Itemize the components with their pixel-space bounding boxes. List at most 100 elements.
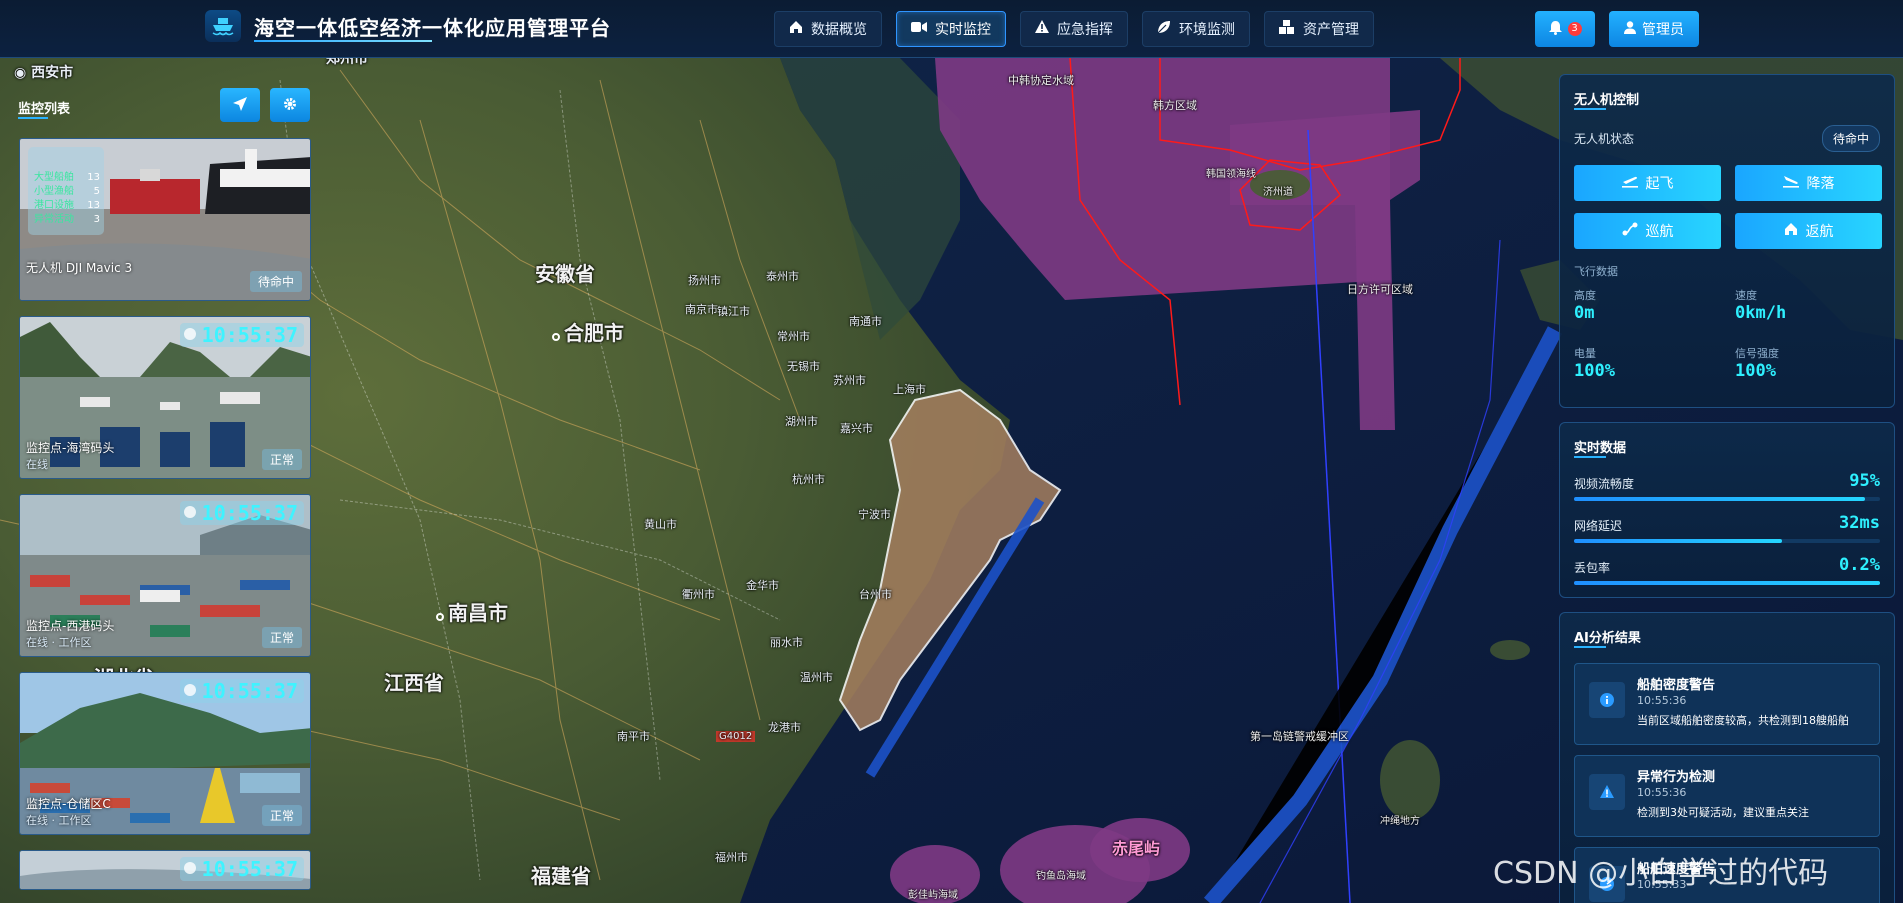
boxes-icon [1279, 20, 1295, 38]
map-label-fuzhou: 福州市 [715, 851, 748, 864]
ai-alert-card[interactable]: 船舶密度警告 10:55:36 当前区域船舶密度较高，共检测到18艘船舶 [1574, 663, 1880, 745]
map-label-wenzhou: 温州市 [800, 671, 833, 684]
takeoff-button[interactable]: 起飞 [1574, 165, 1721, 201]
ai-alert-title: 船舶密度警告 [1637, 678, 1716, 693]
map-label-yangzhou: 扬州市 [688, 274, 721, 287]
camera-subtitle: 在线 [26, 458, 48, 471]
home-icon [1784, 222, 1798, 240]
camera-card-5[interactable]: 10:55:37 [19, 850, 311, 890]
land-button[interactable]: 降落 [1735, 165, 1882, 201]
warning-icon [1035, 20, 1049, 38]
drone-control-panel: 无人机控制 无人机状态 待命中 起飞 降落 巡航 返航 飞行数据 高度 0m 速… [1559, 74, 1895, 408]
video-smoothness-bar [1574, 497, 1880, 501]
camera-subtitle: 在线 · 工作区 [26, 814, 92, 827]
progress-fill [1574, 581, 1880, 585]
map-label-jiangxi: 江西省 [384, 671, 444, 695]
send-icon [233, 96, 247, 115]
return-button[interactable]: 返航 [1735, 213, 1882, 249]
map-label-ningbo: 宁波市 [858, 508, 891, 521]
packet-loss-bar [1574, 581, 1880, 585]
map-label-shanghai: 上海市 [893, 383, 926, 396]
plane-landing-icon [1782, 174, 1799, 192]
nav-label: 环境监测 [1179, 22, 1235, 38]
title-underline [254, 40, 432, 42]
map-label-huzhou: 湖州市 [785, 415, 818, 428]
map-zone-first-chain: 第一岛链警戒缓冲区 [1250, 730, 1349, 743]
nav-assets[interactable]: 资产管理 [1264, 11, 1374, 47]
map-zone-cn-kr: 中韩协定水域 [1008, 74, 1074, 87]
nav-environment[interactable]: 环境监测 [1142, 11, 1250, 47]
admin-button[interactable]: 管理员 [1609, 11, 1699, 47]
title-underline [18, 117, 48, 119]
notification-button[interactable]: 3 [1535, 11, 1595, 47]
ai-alert-time: 10:55:36 [1637, 786, 1687, 799]
locate-button[interactable] [220, 88, 260, 122]
map-label-hefei: 合肥市 [552, 317, 624, 346]
return-label: 返航 [1805, 224, 1834, 240]
info-icon [1589, 682, 1625, 718]
network-latency-bar [1574, 539, 1880, 543]
network-latency-label: 网络延迟 [1574, 519, 1623, 533]
main-nav: 数据概览 实时监控 应急指挥 环境监测 资产管理 [774, 11, 1374, 47]
route-icon [1622, 222, 1638, 240]
nav-emergency[interactable]: 应急指挥 [1020, 11, 1128, 47]
map-label-changzhou: 常州市 [777, 330, 810, 343]
bell-icon [1548, 20, 1562, 39]
plane-takeoff-icon [1621, 174, 1638, 192]
map-label-nanchang: 南昌市 [436, 597, 508, 626]
app-title: 海空一体低空经济一体化应用管理平台 [254, 16, 611, 40]
map-label-taizhou: 泰州市 [766, 270, 799, 283]
patrol-label: 巡航 [1645, 224, 1674, 240]
nav-label: 数据概览 [811, 22, 867, 38]
monitor-list-title: 监控列表 [18, 102, 71, 117]
land-label: 降落 [1806, 176, 1835, 192]
map-zone-pengjia: 彭佳屿海域 [908, 890, 958, 901]
progress-fill [1574, 497, 1865, 501]
camera-card-drone[interactable]: 大型船舶 13 小型渔船 5 港口设施 13 异常活动 3 无人机 DJI Mavic … [19, 138, 311, 301]
camera-status-badge: 正常 [261, 805, 302, 826]
map-zone-diaoyu: 钓鱼岛海域 [1036, 871, 1086, 882]
video-icon [911, 21, 927, 37]
monitor-list-panel: 监控列表 大型船舶 13 小型渔船 5 港口设施 13 异常活动 3 无人机 DJI M… [0, 58, 322, 903]
camera-clock: 10:55:37 [179, 501, 304, 525]
map-label-hangzhou: 杭州市 [792, 473, 825, 486]
camera-clock: 10:55:37 [179, 679, 304, 703]
settings-button[interactable] [270, 88, 310, 122]
stat-row: 大型船舶 13 [34, 172, 100, 183]
map-label-okinawa: 冲绳地方 [1380, 816, 1420, 827]
stat-row: 港口设施 13 [34, 200, 100, 211]
nav-data-overview[interactable]: 数据概览 [774, 11, 882, 47]
map-label-zhenjiang: 镇江市 [717, 305, 750, 318]
map-label-suzhou: 苏州市 [833, 374, 866, 387]
battery-label: 电量 [1574, 347, 1596, 360]
top-navbar: 海空一体低空经济一体化应用管理平台 数据概览 实时监控 应急指挥 环境监测 资产… [0, 0, 1903, 58]
map-label-chiwei: 赤尾屿 [1112, 839, 1161, 858]
camera-card-storage[interactable]: 10:55:37 监控点-仓储区C 在线 · 工作区 正常 [19, 672, 311, 835]
warning-icon [1589, 774, 1625, 810]
camera-name: 监控点-海湾码头 [26, 441, 115, 455]
detection-stats: 大型船舶 13 小型渔船 5 港口设施 13 异常活动 3 [28, 147, 104, 235]
nav-label: 资产管理 [1303, 22, 1359, 38]
map-label-jeju: 济州道 [1263, 187, 1293, 198]
ship-logo-icon [205, 10, 241, 42]
gear-icon [283, 96, 297, 115]
leaf-icon [1157, 20, 1171, 38]
camera-clock: 10:55:37 [179, 857, 304, 881]
nav-label: 实时监控 [935, 22, 991, 38]
progress-fill [1574, 539, 1783, 543]
header-actions: 3 管理员 [1535, 11, 1699, 47]
ai-alert-desc: 当前区域船舶密度较高，共检测到18艘船舶 [1637, 714, 1849, 727]
camera-clock: 10:55:37 [179, 323, 304, 347]
signal-label: 信号强度 [1735, 347, 1779, 360]
map-label-jiaxing: 嘉兴市 [840, 422, 873, 435]
map-label-lishui: 丽水市 [770, 636, 803, 649]
map-label-quzhou: 衢州市 [682, 588, 715, 601]
csdn-watermark: CSDN @小白学过的代码 [1493, 856, 1829, 891]
title-underline [1574, 646, 1606, 648]
speed-label: 速度 [1735, 289, 1757, 302]
camera-card-bay[interactable]: 10:55:37 监控点-海湾码头 在线 正常 [19, 316, 311, 479]
nav-live-monitor[interactable]: 实时监控 [896, 11, 1006, 47]
camera-card-west-port[interactable]: 10:55:37 监控点-西港码头 在线 · 工作区 正常 [19, 494, 311, 657]
patrol-button[interactable]: 巡航 [1574, 213, 1721, 249]
ai-alert-card[interactable]: 异常行为检测 10:55:36 检测到3处可疑活动，建议重点关注 [1574, 755, 1880, 837]
